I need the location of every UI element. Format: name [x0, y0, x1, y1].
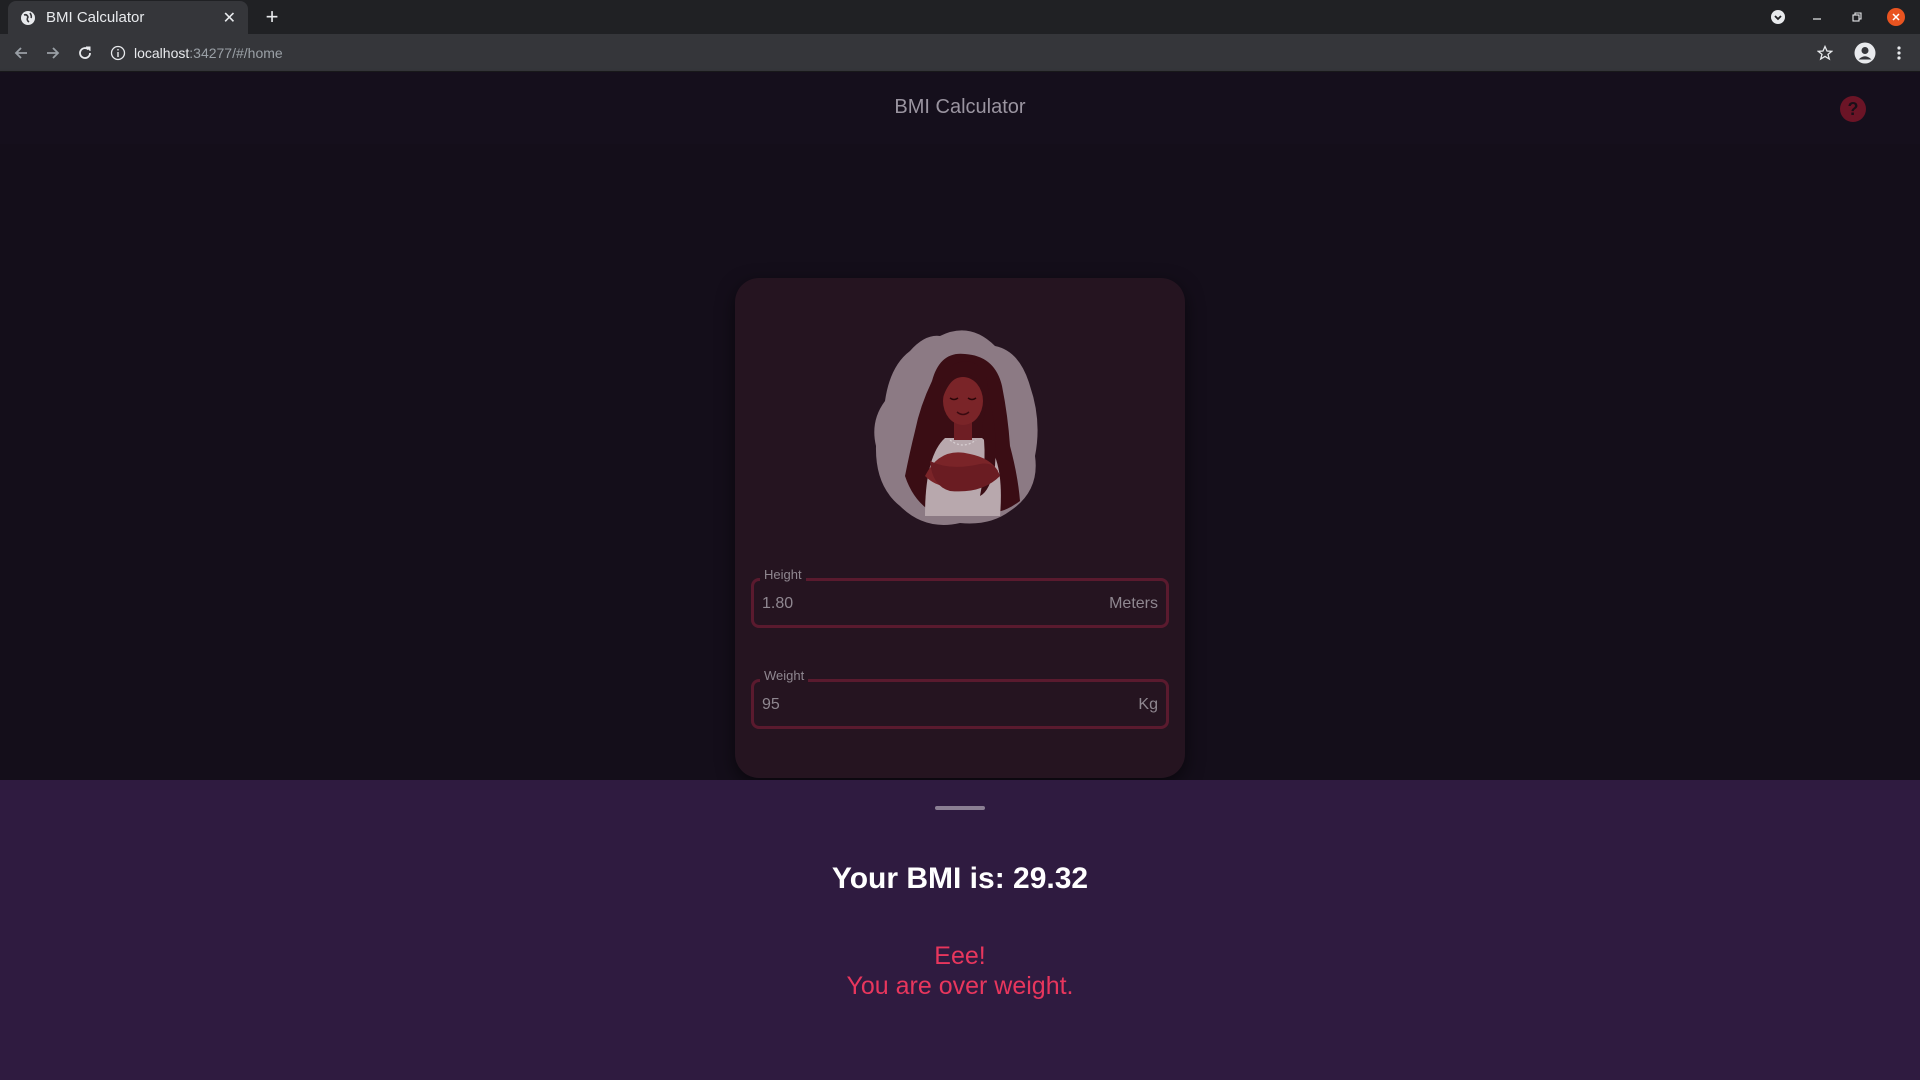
weight-label: Weight	[760, 668, 809, 683]
weight-unit: Kg	[1138, 696, 1158, 713]
weight-field[interactable]: Weight Kg	[751, 668, 1169, 729]
drag-handle[interactable]	[935, 806, 985, 810]
url-field[interactable]: localhost:34277/#/home	[110, 40, 283, 66]
close-icon[interactable]: ✕	[223, 8, 236, 28]
result-message-line1: Eee!	[934, 942, 986, 970]
new-tab-button[interactable]: +	[259, 4, 285, 30]
back-arrow-icon[interactable]	[11, 43, 31, 63]
help-icon[interactable]: ?	[1840, 96, 1866, 122]
result-sheet: Your BMI is: 29.32 Eee! You are over wei…	[0, 780, 1920, 1080]
weight-input[interactable]	[762, 696, 1062, 714]
result-message-line2: You are over weight.	[846, 972, 1074, 1000]
page-title: BMI Calculator	[894, 96, 1026, 118]
url-host: localhost	[134, 45, 190, 61]
browser-tab-bar: BMI Calculator ✕ +	[0, 0, 1920, 34]
tab-title: BMI Calculator	[46, 9, 145, 26]
info-icon[interactable]	[110, 45, 126, 61]
profile-icon[interactable]	[1854, 42, 1876, 64]
height-field[interactable]: Height Meters	[751, 567, 1169, 628]
input-card: Height Meters Weight Kg	[735, 278, 1185, 778]
address-bar: localhost:34277/#/home	[0, 34, 1920, 72]
browser-tab[interactable]: BMI Calculator ✕	[8, 1, 248, 34]
star-icon[interactable]	[1814, 42, 1836, 64]
bmi-result: Your BMI is: 29.32	[831, 862, 1089, 895]
height-unit: Meters	[1109, 595, 1158, 612]
app-bar: BMI Calculator ?	[0, 72, 1920, 144]
globe-icon	[21, 10, 35, 25]
height-label: Height	[760, 567, 806, 582]
tab-search-icon[interactable]	[1768, 7, 1788, 27]
url-path: :34277/#/home	[189, 45, 283, 61]
woman-illustration	[874, 330, 1038, 525]
restore-icon[interactable]	[1847, 7, 1867, 27]
height-input[interactable]	[762, 595, 1062, 613]
forward-arrow-icon[interactable]	[43, 43, 63, 63]
window-close-icon[interactable]	[1886, 7, 1906, 27]
reload-icon[interactable]	[75, 43, 95, 63]
minimize-icon[interactable]	[1807, 7, 1827, 27]
more-vert-icon[interactable]	[1888, 42, 1910, 64]
